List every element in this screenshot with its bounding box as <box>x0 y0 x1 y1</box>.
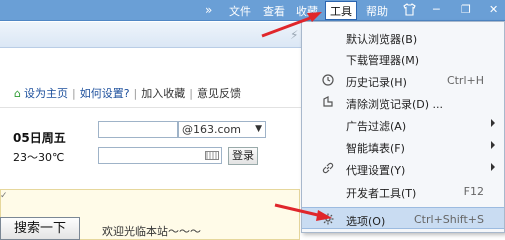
eraser-icon <box>322 96 334 108</box>
menu-favorites[interactable]: 收藏 <box>296 3 318 19</box>
menu-bar: » 文件 查看 收藏 工具 帮助 ─ ❐ ✕ <box>0 0 505 21</box>
menu-item-ad-filter[interactable]: 广告过滤(A) <box>302 113 504 135</box>
menu-tools[interactable]: 工具 <box>325 1 357 20</box>
how-to-setup-link[interactable]: 如何设置? <box>80 87 130 100</box>
menu-help[interactable]: 帮助 <box>366 3 388 19</box>
menu-item-download-manager[interactable]: 下载管理器(M) <box>302 47 504 69</box>
search-button[interactable]: 搜索一下 <box>0 217 80 240</box>
menu-item-autofill[interactable]: 智能填表(F) <box>302 135 504 157</box>
menu-item-proxy-settings[interactable]: 代理设置(Y) <box>302 157 504 179</box>
tools-dropdown-menu: 默认浏览器(B) 下载管理器(M) 历史记录(H) Ctrl+H 清除浏览记录(… <box>301 21 505 233</box>
weather-temperature: 23～30℃ <box>13 151 65 164</box>
menu-view[interactable]: 查看 <box>263 3 285 19</box>
menu-item-options[interactable]: 选项(O) Ctrl+Shift+S <box>302 207 504 229</box>
minimize-icon[interactable]: ─ <box>433 4 440 15</box>
menu-item-clear-history[interactable]: 清除浏览记录(D) ... <box>302 91 504 113</box>
shirt-icon[interactable] <box>403 3 416 16</box>
top-links: ⌂ 设为主页 | 如何设置? | 加入收藏 | 意见反馈 <box>14 87 241 100</box>
home-icon: ⌂ <box>14 87 21 100</box>
restore-icon[interactable]: ❐ <box>461 4 471 15</box>
menu-item-history[interactable]: 历史记录(H) Ctrl+H <box>302 69 504 91</box>
menu-item-default-browser[interactable]: 默认浏览器(B) <box>302 26 504 48</box>
mail-domain-select[interactable]: @163.com ▼ <box>178 121 266 138</box>
welcome-text: 欢迎光临本站〜〜〜 <box>102 225 201 238</box>
lightning-icon: ⚡ <box>290 28 299 42</box>
link-icon <box>322 162 334 174</box>
checkmark-icon: ✓ <box>0 191 8 201</box>
login-button[interactable]: 登录 <box>228 147 258 165</box>
gear-icon <box>322 213 334 225</box>
password-input[interactable] <box>98 147 222 164</box>
mail-domain-value: @163.com <box>182 123 241 136</box>
chevron-down-icon: ▼ <box>255 124 262 134</box>
submenu-arrow-icon <box>491 163 495 171</box>
menu-item-developer-tools[interactable]: 开发者工具(T) F12 <box>302 180 504 202</box>
menu-overflow-button[interactable]: » <box>205 3 212 17</box>
feedback-link[interactable]: 意见反馈 <box>197 87 241 100</box>
close-icon[interactable]: ✕ <box>489 4 498 15</box>
keyboard-icon[interactable] <box>205 151 219 160</box>
submenu-arrow-icon <box>491 119 495 127</box>
set-homepage-link[interactable]: 设为主页 <box>24 87 68 100</box>
username-input[interactable] <box>98 121 178 138</box>
submenu-arrow-icon <box>491 141 495 149</box>
add-favorite-link[interactable]: 加入收藏 <box>141 87 185 100</box>
clock-icon <box>322 74 334 86</box>
menu-file[interactable]: 文件 <box>229 3 251 19</box>
weather-date: 05日周五 <box>13 131 66 145</box>
